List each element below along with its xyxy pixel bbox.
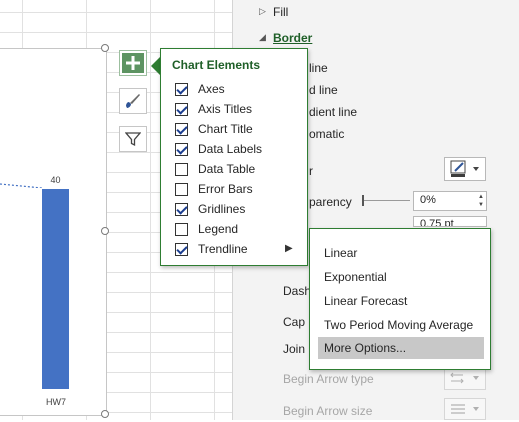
pen-color-icon <box>450 160 479 177</box>
chart-element-label: Trendline <box>198 242 248 256</box>
trendline-two-period-moving-average[interactable]: Two Period Moving Average <box>318 314 484 336</box>
trendline-submenu: Linear Exponential Linear Forecast Two P… <box>309 228 491 370</box>
chevron-down-icon[interactable]: ◢ <box>259 32 266 43</box>
chart-element-legend[interactable]: Legend <box>175 219 303 239</box>
transparency-label: parency <box>309 195 352 209</box>
solid-line-option[interactable]: d line <box>309 83 338 97</box>
submenu-arrow-icon[interactable]: ▶ <box>285 239 293 259</box>
chart-element-label: Axes <box>198 82 225 96</box>
chart-styles-button[interactable] <box>119 88 147 114</box>
chart-bar[interactable] <box>42 189 69 389</box>
chart-element-axes[interactable]: Axes <box>175 79 303 99</box>
chart-element-gridlines[interactable]: Gridlines <box>175 199 303 219</box>
gradient-line-option[interactable]: dient line <box>309 105 357 119</box>
transparency-value: 0% <box>420 194 436 206</box>
chevron-right-icon[interactable]: ▷ <box>259 6 266 17</box>
fill-section-header[interactable]: Fill <box>273 5 288 19</box>
chart-element-label: Error Bars <box>198 182 253 196</box>
resize-handle-top-right[interactable] <box>101 44 109 52</box>
trendline <box>0 183 43 188</box>
chart-elements-title: Chart Elements <box>172 58 261 72</box>
chart-element-label: Legend <box>198 222 239 236</box>
join-type-label: Join <box>283 342 306 356</box>
begin-arrow-size-dropdown[interactable] <box>444 398 486 420</box>
flyout-pointer <box>151 57 160 75</box>
chart-elements-button[interactable] <box>119 50 147 76</box>
width-value: 0.75 pt <box>420 218 454 227</box>
checkbox[interactable] <box>175 202 188 216</box>
chart-element-data-labels[interactable]: Data Labels <box>175 139 303 159</box>
paintbrush-icon <box>126 94 140 108</box>
transparency-slider[interactable] <box>362 200 410 201</box>
chart-element-trendline[interactable]: Trendline <box>175 239 303 259</box>
dash-type-label: Dash <box>283 284 312 298</box>
cap-type-label: Cap <box>283 315 306 329</box>
checkbox[interactable] <box>175 242 188 256</box>
checkbox[interactable] <box>175 142 188 156</box>
chart-element-label: Axis Titles <box>198 102 253 116</box>
automatic-option[interactable]: omatic <box>309 127 344 141</box>
chart-element-label: Data Table <box>198 162 256 176</box>
transparency-slider-thumb[interactable] <box>362 195 364 206</box>
chart-element-data-table[interactable]: Data Table <box>175 159 303 179</box>
chart-element-label: Gridlines <box>198 202 246 216</box>
color-label: r <box>309 164 313 178</box>
trendline-linear-forecast[interactable]: Linear Forecast <box>318 290 484 312</box>
chart-elements-flyout: Chart Elements Axes Axis Titles Chart Ti… <box>160 48 308 266</box>
width-input[interactable]: 0.75 pt <box>413 216 487 227</box>
checkbox[interactable] <box>175 122 188 136</box>
border-section-header[interactable]: Border <box>273 31 312 45</box>
checkbox[interactable] <box>175 82 188 96</box>
chart-element-label: Chart Title <box>198 122 253 136</box>
line-color-picker[interactable] <box>444 157 486 181</box>
category-axis-label: HW7 <box>46 397 66 407</box>
no-line-option[interactable]: line <box>309 61 328 75</box>
resize-handle-right[interactable] <box>101 227 109 235</box>
trendline-exponential[interactable]: Exponential <box>318 266 484 288</box>
checkbox[interactable] <box>175 102 188 116</box>
checkbox[interactable] <box>175 162 188 176</box>
chart-element-axis-titles[interactable]: Axis Titles <box>175 99 303 119</box>
chart-element-chart-title[interactable]: Chart Title <box>175 119 303 139</box>
arrow-type-icon <box>450 372 479 384</box>
resize-handle-bottom-right[interactable] <box>101 410 109 418</box>
checkbox[interactable] <box>175 222 188 236</box>
chart-filters-button[interactable] <box>119 126 147 152</box>
spinner-arrows-icon[interactable]: ▲ ▼ <box>478 193 484 209</box>
transparency-input[interactable]: 0% ▲ ▼ <box>413 191 487 211</box>
arrow-size-icon <box>451 404 479 414</box>
plus-icon <box>126 56 140 70</box>
funnel-icon <box>125 132 141 147</box>
trendline-more-options[interactable]: More Options... <box>318 337 484 359</box>
trendline-linear[interactable]: Linear <box>318 242 484 264</box>
chart-element-label: Data Labels <box>198 142 263 156</box>
checkbox[interactable] <box>175 182 188 196</box>
begin-arrow-type-label: Begin Arrow type <box>283 372 374 386</box>
begin-arrow-size-label: Begin Arrow size <box>283 404 373 418</box>
data-label: 40 <box>50 175 61 185</box>
chart-element-error-bars[interactable]: Error Bars <box>175 179 303 199</box>
